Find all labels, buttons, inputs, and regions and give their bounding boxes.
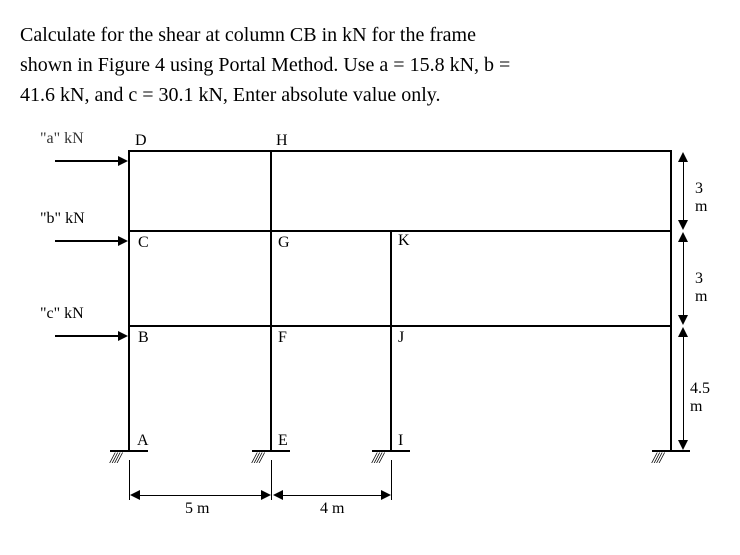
load-b-arrowhead (118, 236, 128, 246)
support-E-hatch: //// (252, 450, 262, 468)
dim-w1-right (261, 490, 271, 500)
node-G: G (278, 234, 290, 252)
dim-h2-label: 3 m (695, 270, 710, 306)
dim-w2-line (281, 495, 383, 496)
problem-line3: 41.6 kN, and c = 30.1 kN, Enter absolute… (20, 84, 440, 106)
node-F: F (278, 329, 287, 347)
column-mid2 (390, 230, 392, 450)
load-c-arrow (55, 335, 120, 337)
problem-statement: Calculate for the shear at column CB in … (20, 20, 720, 110)
load-a-arrow (55, 160, 120, 162)
load-b-arrow (55, 240, 120, 242)
frame-diagram: "a" kN "b" kN "c" kN D H C G K B F J A E… (30, 130, 710, 530)
load-a-arrowhead (118, 156, 128, 166)
support-I-hatch: //// (372, 450, 382, 468)
node-E: E (278, 432, 288, 450)
dim-w2-label: 4 m (320, 500, 344, 518)
support-R-hatch: //// (652, 450, 662, 468)
beam-bot (128, 325, 672, 327)
dim-w-tick3 (391, 460, 392, 500)
node-J: J (398, 329, 404, 347)
node-K: K (398, 232, 410, 250)
dim-h1-line (683, 160, 684, 222)
dim-w-tick2 (271, 460, 272, 500)
dim-w1-label: 5 m (185, 500, 209, 518)
dim-h2-line (683, 240, 684, 317)
support-A-hatch: //// (110, 450, 120, 468)
column-right (670, 150, 672, 450)
dim-w1-line (138, 495, 263, 496)
dim-h1-label: 3 m (695, 180, 710, 216)
dim-h2-bot (678, 315, 688, 325)
dim-h3-label: 4.5 m (690, 380, 710, 416)
node-C: C (138, 234, 149, 252)
beam-top (128, 150, 672, 152)
node-B: B (138, 329, 149, 347)
node-D: D (135, 132, 147, 150)
problem-line1: Calculate for the shear at column CB in … (20, 24, 476, 46)
load-c-arrowhead (118, 331, 128, 341)
dim-w2-right (381, 490, 391, 500)
dim-h3-line (683, 335, 684, 442)
problem-line2: shown in Figure 4 using Portal Method. U… (20, 54, 510, 76)
dim-h1-bot (678, 220, 688, 230)
load-b-label: "b" kN (40, 210, 85, 228)
column-mid1 (270, 150, 272, 450)
load-a-label: "a" kN (40, 130, 84, 148)
node-H: H (276, 132, 288, 150)
load-c-label: "c" kN (40, 305, 84, 323)
node-I: I (398, 432, 403, 450)
dim-h3-bot (678, 440, 688, 450)
node-A: A (137, 432, 149, 450)
column-left (128, 150, 130, 450)
